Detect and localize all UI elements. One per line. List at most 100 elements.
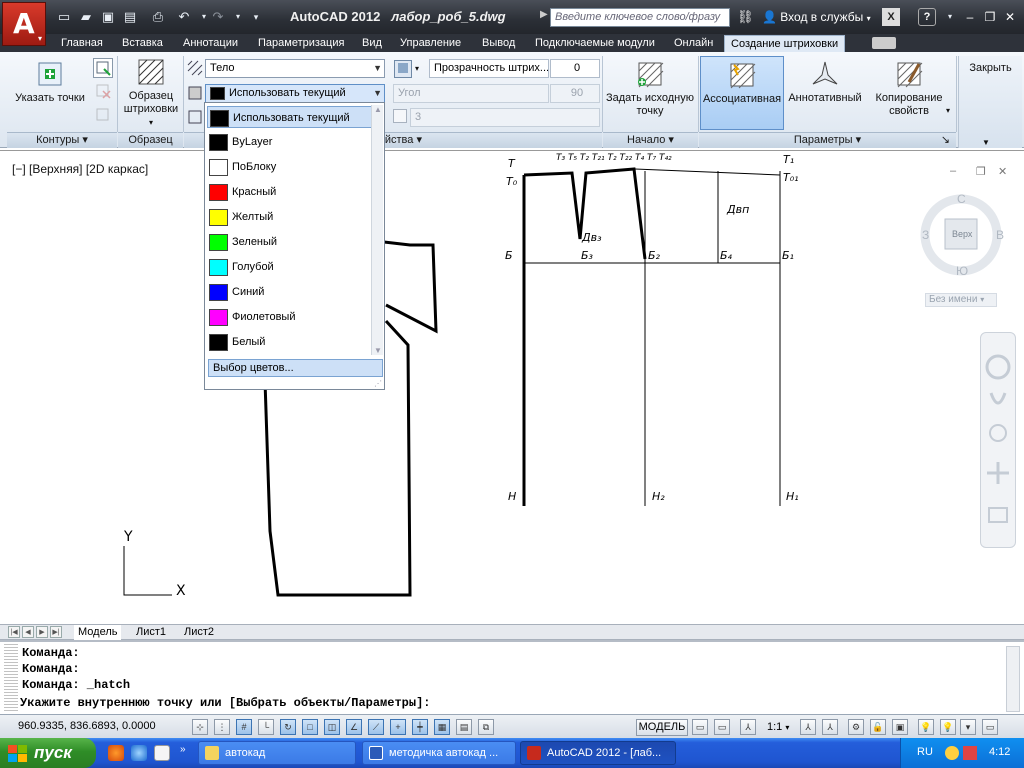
search-expand-icon[interactable]: ▶ xyxy=(540,9,548,20)
scroll-down-icon[interactable]: ▼ xyxy=(374,346,382,355)
drawing-canvas[interactable]: Т Т₀ Т₃ Т₅ Т₂ Т₂₁ Т₂ Т₂₂ Т₄ Т₇ Т₄₂ Т₀₁ Т… xyxy=(0,150,1024,624)
tab-output[interactable]: Вывод xyxy=(482,35,515,52)
infer-constraints-icon[interactable]: ⊹ xyxy=(192,719,208,735)
viewcube-top-face[interactable]: Верх xyxy=(952,229,972,239)
viewcube[interactable]: Верх С Ю З В xyxy=(918,188,1008,287)
color-option-bylayer[interactable]: ByLayer xyxy=(207,131,375,153)
selection-cycling-icon[interactable]: ⧉ xyxy=(478,719,494,735)
select-colors-button[interactable]: Выбор цветов... xyxy=(208,359,383,377)
help-icon[interactable]: ? xyxy=(918,8,936,26)
binoculars-icon[interactable]: ⛓ xyxy=(737,9,754,25)
save-as-icon[interactable]: ▤ xyxy=(122,9,138,25)
tab-model[interactable]: Модель xyxy=(74,625,122,640)
auto-scale-icon[interactable]: ⅄ xyxy=(822,719,838,735)
print-icon[interactable]: ⎙ xyxy=(150,9,166,25)
taskbar-item-autocad-folder[interactable]: автокад xyxy=(198,741,356,765)
hatch-pattern-button[interactable]: Образец штриховки ▾ xyxy=(120,58,182,129)
minimize-icon[interactable]: – xyxy=(950,165,956,177)
hatch-color-select[interactable]: Использовать текущий ▼ xyxy=(205,84,385,103)
remove-boundaries-icon[interactable] xyxy=(93,82,113,102)
compass-south[interactable]: Ю xyxy=(956,264,968,278)
minimize-icon[interactable]: – xyxy=(962,9,978,25)
color-option-byblock[interactable]: ПоБлоку xyxy=(207,156,375,178)
exchange-icon[interactable]: X xyxy=(882,8,900,26)
save-icon[interactable]: ▣ xyxy=(100,9,116,25)
prev-tab-icon[interactable]: ◀ xyxy=(22,626,34,638)
taskbar-item-word-doc[interactable]: методичка автокад ... xyxy=(362,741,516,765)
annotation-scale-icon[interactable]: ⅄ xyxy=(740,719,756,735)
model-space-button[interactable]: МОДЕЛЬ xyxy=(636,719,688,736)
color-option-current[interactable]: Использовать текущий xyxy=(207,106,375,128)
color-option-blue[interactable]: Синий xyxy=(207,281,375,303)
steering-wheel-icon[interactable] xyxy=(988,355,1010,379)
command-line-scrollbar[interactable] xyxy=(1006,646,1020,712)
first-tab-icon[interactable]: |◀ xyxy=(8,626,20,638)
dynamic-input-icon[interactable]: + xyxy=(390,719,406,735)
3d-object-snap-icon[interactable]: ◫ xyxy=(324,719,340,735)
tab-parametric[interactable]: Параметризация xyxy=(258,35,344,52)
color-option-green[interactable]: Зеленый xyxy=(207,231,375,253)
recreate-boundary-icon[interactable] xyxy=(93,106,113,126)
taskbar-item-autocad[interactable]: AutoCAD 2012 - [лаб... xyxy=(520,741,676,765)
compass-east[interactable]: В xyxy=(996,228,1004,242)
select-objects-icon[interactable] xyxy=(93,58,113,78)
tray-app-icon[interactable] xyxy=(963,746,977,760)
application-menu-button[interactable]: A ▾ xyxy=(2,2,46,46)
internet-explorer-icon[interactable] xyxy=(131,745,147,761)
undo-icon[interactable]: ↶ xyxy=(176,9,192,25)
panel-options-title[interactable]: Параметры ▾ ↘ xyxy=(699,132,956,148)
object-snap-tracking-icon[interactable]: ∠ xyxy=(346,719,362,735)
compass-north[interactable]: С xyxy=(957,192,966,206)
match-properties-button[interactable]: Копирование свойств xyxy=(870,60,948,118)
ribbon-minimize-icon[interactable] xyxy=(872,37,896,49)
notepad-icon[interactable] xyxy=(154,745,170,761)
firefox-icon[interactable] xyxy=(108,745,124,761)
start-button[interactable]: пуск xyxy=(0,738,96,768)
restore-icon[interactable]: ❐ xyxy=(976,165,986,178)
compass-west[interactable]: З xyxy=(922,228,929,242)
color-option-cyan[interactable]: Голубой xyxy=(207,256,375,278)
transparency-value[interactable]: 0 xyxy=(550,59,600,78)
dialog-launcher-icon[interactable]: ↘ xyxy=(941,133,950,148)
color-option-white[interactable]: Белый xyxy=(207,331,375,353)
pan-icon[interactable] xyxy=(988,389,1010,413)
close-icon[interactable]: ✕ xyxy=(998,165,1007,178)
lineweight-icon[interactable]: ┿ xyxy=(412,719,428,735)
dynamic-ucs-icon[interactable]: ⟋ xyxy=(368,719,384,735)
annotative-button[interactable]: Аннотативный xyxy=(786,60,864,105)
scroll-up-icon[interactable]: ▲ xyxy=(374,105,382,114)
chevron-down-icon[interactable]: ▾ xyxy=(946,104,950,117)
sign-in-button[interactable]: 👤 Вход в службы ▾ xyxy=(762,10,871,24)
quick-launch-more-icon[interactable]: » xyxy=(180,744,186,755)
tab-online[interactable]: Онлайн xyxy=(674,35,713,52)
panel-origin-title[interactable]: Начало ▾ xyxy=(603,132,698,148)
tray-app-icon[interactable] xyxy=(945,746,959,760)
transparency-display-icon[interactable]: ▦ xyxy=(434,719,450,735)
close-hatch-editor-button[interactable]: Закрыть xyxy=(958,56,1022,148)
set-origin-button[interactable]: Задать исходную точку xyxy=(604,60,696,118)
color-option-magenta[interactable]: Фиолетовый xyxy=(207,306,375,328)
transparency-icon[interactable] xyxy=(394,60,412,78)
language-indicator[interactable]: RU xyxy=(917,746,933,758)
angle-value[interactable]: 90 xyxy=(550,84,600,103)
showmotion-icon[interactable] xyxy=(988,505,1010,529)
search-input[interactable]: Введите ключевое слово/фразу xyxy=(550,8,730,27)
hatch-type-select[interactable]: Тело ▼ xyxy=(205,59,385,78)
grid-display-icon[interactable]: # xyxy=(236,719,252,735)
tab-insert[interactable]: Вставка xyxy=(122,35,163,52)
quick-access-more-icon[interactable]: ▾ xyxy=(248,9,264,25)
chevron-down-icon[interactable]: ▾ xyxy=(415,62,419,75)
isolate-objects-icon[interactable]: 💡 xyxy=(940,719,956,735)
tab-manage[interactable]: Управление xyxy=(400,35,461,52)
ortho-mode-icon[interactable]: └ xyxy=(258,719,274,735)
quick-view-layouts-icon[interactable]: ▭ xyxy=(692,719,708,735)
associative-button[interactable]: Ассоциативная xyxy=(700,56,784,130)
command-line-grip[interactable] xyxy=(4,644,18,712)
tab-annotate[interactable]: Аннотации xyxy=(183,35,238,52)
hardware-acceleration-icon[interactable]: ▣ xyxy=(892,719,908,735)
pick-points-button[interactable]: Указать точки xyxy=(10,60,90,105)
color-option-yellow[interactable]: Желтый xyxy=(207,206,375,228)
ucs-menu[interactable]: Без имени ▾ xyxy=(925,293,997,307)
orbit-icon[interactable] xyxy=(988,461,1010,485)
viewport-controls-label[interactable]: [−] [Верхняя] [2D каркас] xyxy=(12,162,148,176)
